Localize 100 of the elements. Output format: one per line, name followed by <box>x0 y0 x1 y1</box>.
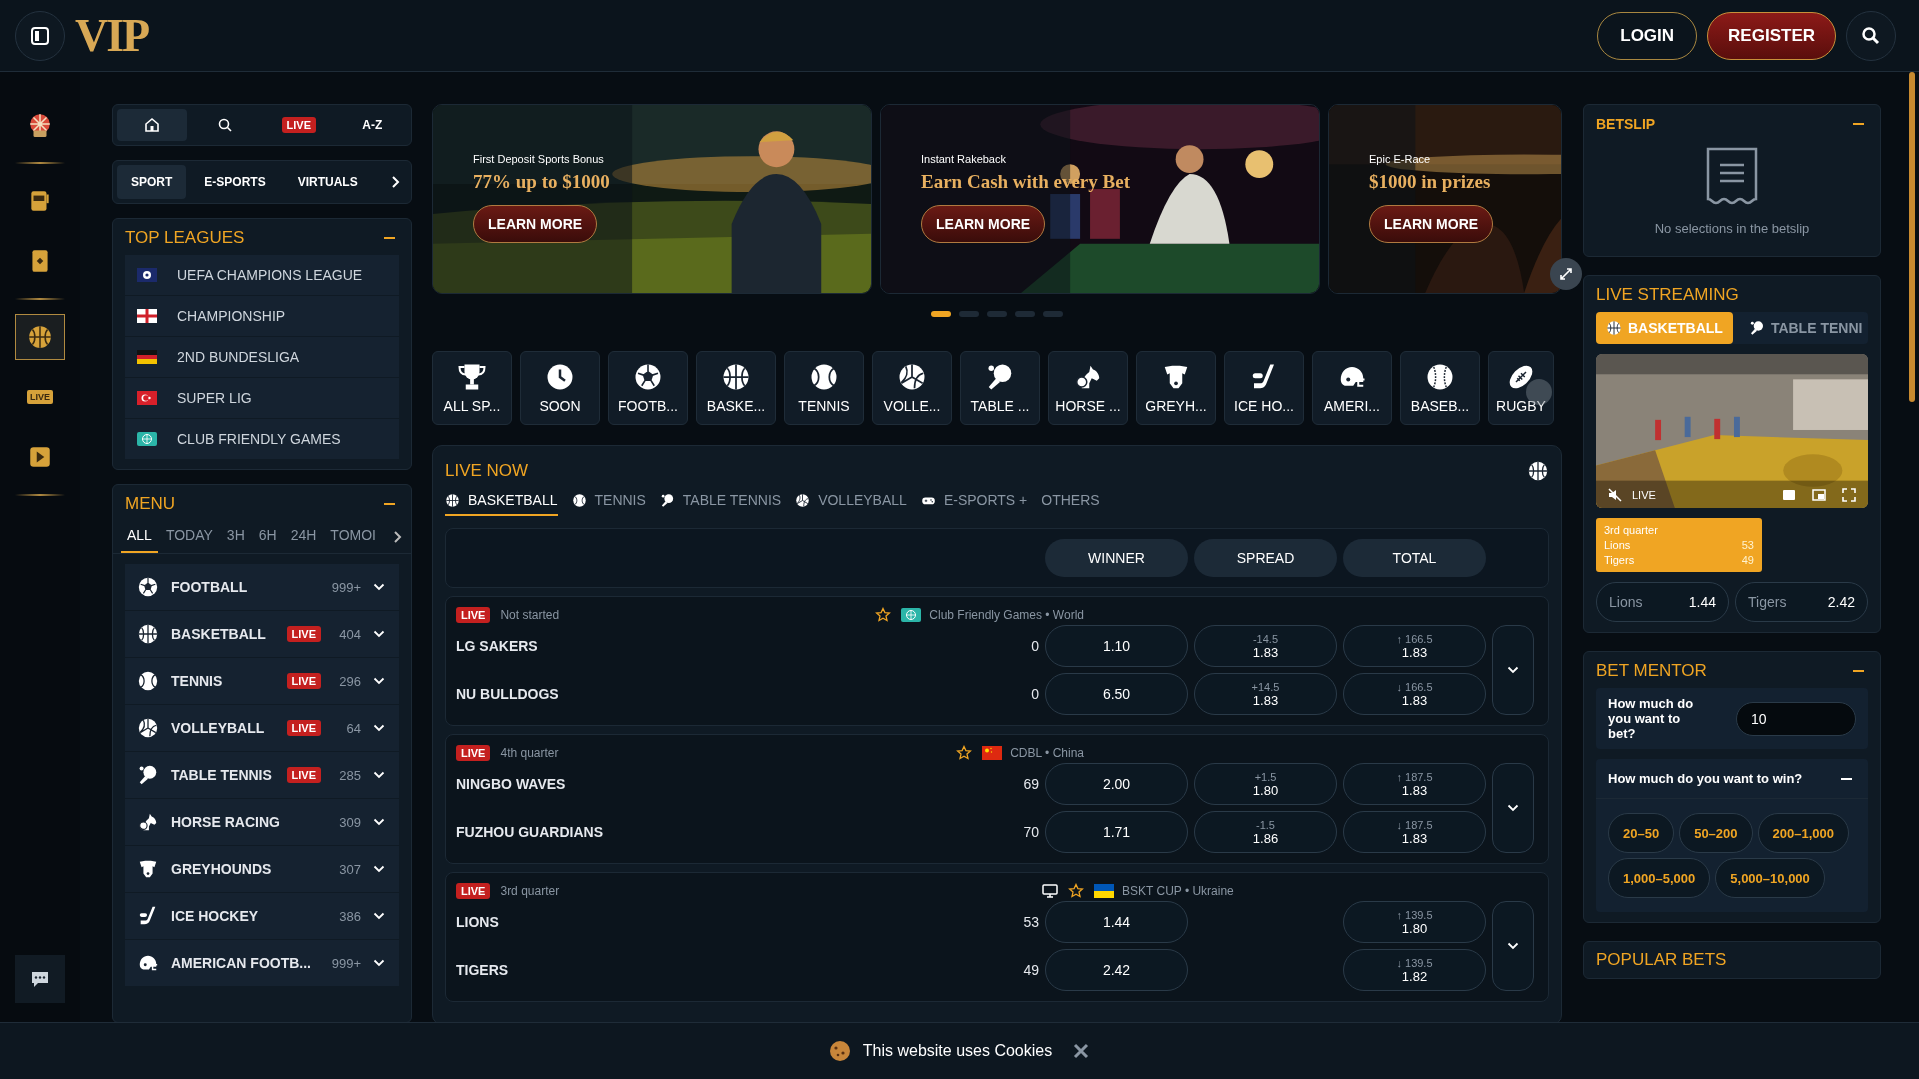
sidebar-toggle-button[interactable] <box>15 10 65 61</box>
sport-menu-item[interactable]: FOOTBALL 999+ <box>125 564 399 610</box>
promo-banner[interactable]: Instant Rakeback Earn Cash with every Bet LEARN MORE <box>880 104 1320 294</box>
sport-menu-item[interactable]: BASKETBALL LIVE 404 <box>125 611 399 657</box>
win-range-button[interactable]: 1,000–5,000 <box>1608 858 1711 898</box>
live-tab[interactable]: LIVE <box>264 109 334 141</box>
stream-tab[interactable]: TABLE TENNI <box>1738 312 1873 344</box>
mute-icon[interactable] <box>1608 488 1622 502</box>
live-category-tab[interactable]: VOLLEYBALL <box>795 492 907 516</box>
sport-menu-item[interactable]: ICE HOCKEY 386 <box>125 893 399 939</box>
monitor-icon[interactable] <box>1042 884 1058 898</box>
rail-item[interactable]: LIVE <box>15 374 65 420</box>
sport-tile[interactable]: TENNIS <box>784 351 864 425</box>
live-category-tab[interactable]: E-SPORTS + <box>920 492 1028 516</box>
league-item[interactable]: SUPER LIG <box>125 378 399 418</box>
live-category-tab[interactable]: OTHERS <box>1041 492 1100 516</box>
odds-button[interactable]: ↓ 139.5 1.82 <box>1343 949 1486 991</box>
rail-item[interactable] <box>15 314 65 360</box>
market-button[interactable]: SPREAD <box>1194 539 1337 577</box>
learn-more-button[interactable]: LEARN MORE <box>473 205 598 243</box>
odds-button[interactable]: ↑ 187.5 1.83 <box>1343 763 1486 805</box>
expand-button[interactable] <box>1550 258 1582 290</box>
chevron-down-icon[interactable] <box>373 724 385 732</box>
win-range-button[interactable]: 50–200 <box>1679 813 1753 853</box>
win-range-button[interactable]: 20–50 <box>1608 813 1675 853</box>
league-item[interactable]: 2ND BUNDESLIGA <box>125 337 399 377</box>
sport-tile[interactable]: GREYH... <box>1136 351 1216 425</box>
odds-button[interactable]: -14.5 1.83 <box>1194 625 1337 667</box>
market-button[interactable]: TOTAL <box>1343 539 1486 577</box>
home-tab[interactable] <box>117 109 187 141</box>
odds-button[interactable]: +14.5 1.83 <box>1194 673 1337 715</box>
learn-more-button[interactable]: LEARN MORE <box>921 205 1046 243</box>
sport-tile[interactable]: HORSE ... <box>1048 351 1128 425</box>
win-range-button[interactable]: 200–1,000 <box>1757 813 1849 853</box>
picture-in-picture-icon[interactable] <box>1812 489 1826 501</box>
sport-tile[interactable]: ALL SP... <box>432 351 512 425</box>
star-icon[interactable] <box>1068 883 1084 899</box>
sport-menu-item[interactable]: TABLE TENNIS LIVE 285 <box>125 752 399 798</box>
live-category-tab[interactable]: TABLE TENNIS <box>659 492 782 516</box>
sport-menu-item[interactable]: AMERICAN FOOTB... 999+ <box>125 940 399 986</box>
odds-button[interactable]: ↑ 166.5 1.83 <box>1343 625 1486 667</box>
chevron-down-icon[interactable] <box>373 677 385 685</box>
promo-banner[interactable]: First Deposit Sports Bonus 77% up to $1000 LEARN MORE <box>432 104 872 294</box>
chat-button[interactable] <box>15 955 65 1003</box>
section-tab[interactable]: VIRTUALS <box>283 165 372 199</box>
sport-tile[interactable]: AMERI... <box>1312 351 1392 425</box>
time-filter-tab[interactable]: ALL <box>121 521 158 553</box>
search-button[interactable] <box>1846 10 1896 61</box>
sport-tile[interactable]: BASEB... <box>1400 351 1480 425</box>
sport-tile[interactable]: TABLE ... <box>960 351 1040 425</box>
time-filter-tab[interactable]: 6H <box>252 521 283 553</box>
live-category-tab[interactable]: BASKETBALL <box>445 492 558 516</box>
odds-button[interactable]: -1.5 1.86 <box>1194 811 1337 853</box>
chevron-down-icon[interactable] <box>373 959 385 967</box>
section-tab[interactable]: SPORT <box>117 165 187 199</box>
odds-button[interactable]: 6.50 <box>1045 673 1188 715</box>
sport-menu-item[interactable]: HORSE RACING 309 <box>125 799 399 845</box>
odds-button[interactable]: Tigers 2.42 <box>1735 582 1868 622</box>
time-filter-tab[interactable]: TOMOI <box>324 521 382 553</box>
league-item[interactable]: UEFA CHAMPIONS LEAGUE <box>125 255 399 295</box>
chevron-down-icon[interactable] <box>373 583 385 591</box>
collapse-icon[interactable] <box>1841 777 1852 780</box>
section-tab[interactable]: E-SPORTS <box>190 165 280 199</box>
odds-button[interactable]: 1.10 <box>1045 625 1188 667</box>
promo-banner[interactable]: Epic E-Race $1000 in prizes LEARN MORE <box>1328 104 1562 294</box>
sport-tile[interactable]: RUGBY <box>1488 351 1554 425</box>
chevron-down-icon[interactable] <box>373 771 385 779</box>
live-category-tab[interactable]: TENNIS <box>571 492 646 516</box>
star-icon[interactable] <box>956 745 973 761</box>
chevron-down-icon[interactable] <box>373 818 385 826</box>
league-item[interactable]: CLUB FRIENDLY GAMES <box>125 419 399 459</box>
odds-button[interactable]: 2.00 <box>1045 763 1188 805</box>
odds-button[interactable]: 1.71 <box>1045 811 1188 853</box>
star-icon[interactable] <box>875 607 892 623</box>
market-button[interactable]: WINNER <box>1045 539 1188 577</box>
win-range-button[interactable]: 5,000–10,000 <box>1715 858 1825 898</box>
time-filter-tab[interactable]: 24H <box>284 521 323 553</box>
bet-amount-field[interactable]: 10 <box>1736 701 1856 736</box>
odds-button[interactable]: 2.42 <box>1045 949 1188 991</box>
sport-menu-item[interactable]: GREYHOUNDS 307 <box>125 846 399 892</box>
odds-button[interactable]: ↓ 187.5 1.83 <box>1343 811 1486 853</box>
chevron-right-icon[interactable] <box>393 530 403 544</box>
sport-tile[interactable]: BASKE... <box>696 351 776 425</box>
chevron-down-icon[interactable] <box>373 865 385 873</box>
learn-more-button[interactable]: LEARN MORE <box>1369 205 1494 243</box>
sport-tile[interactable]: VOLLE... <box>872 351 952 425</box>
time-filter-tab[interactable]: TODAY <box>159 521 219 553</box>
odds-button[interactable]: 1.44 <box>1045 901 1188 943</box>
login-button[interactable]: LOGIN <box>1597 11 1698 60</box>
sport-tile[interactable]: ICE HO... <box>1224 351 1304 425</box>
fullscreen-icon[interactable] <box>1842 488 1856 502</box>
sport-menu-item[interactable]: TENNIS LIVE 296 <box>125 658 399 704</box>
sport-tile[interactable]: FOOTB... <box>608 351 688 425</box>
odds-button[interactable]: +1.5 1.80 <box>1194 763 1337 805</box>
logo[interactable]: VIP <box>75 9 149 62</box>
close-icon[interactable] <box>1072 1042 1091 1060</box>
chevron-down-icon[interactable] <box>373 630 385 638</box>
league-item[interactable]: CHAMPIONSHIP <box>125 296 399 336</box>
sport-tile[interactable]: SOON <box>520 351 600 425</box>
a-z-tab[interactable]: A-Z <box>337 109 407 141</box>
